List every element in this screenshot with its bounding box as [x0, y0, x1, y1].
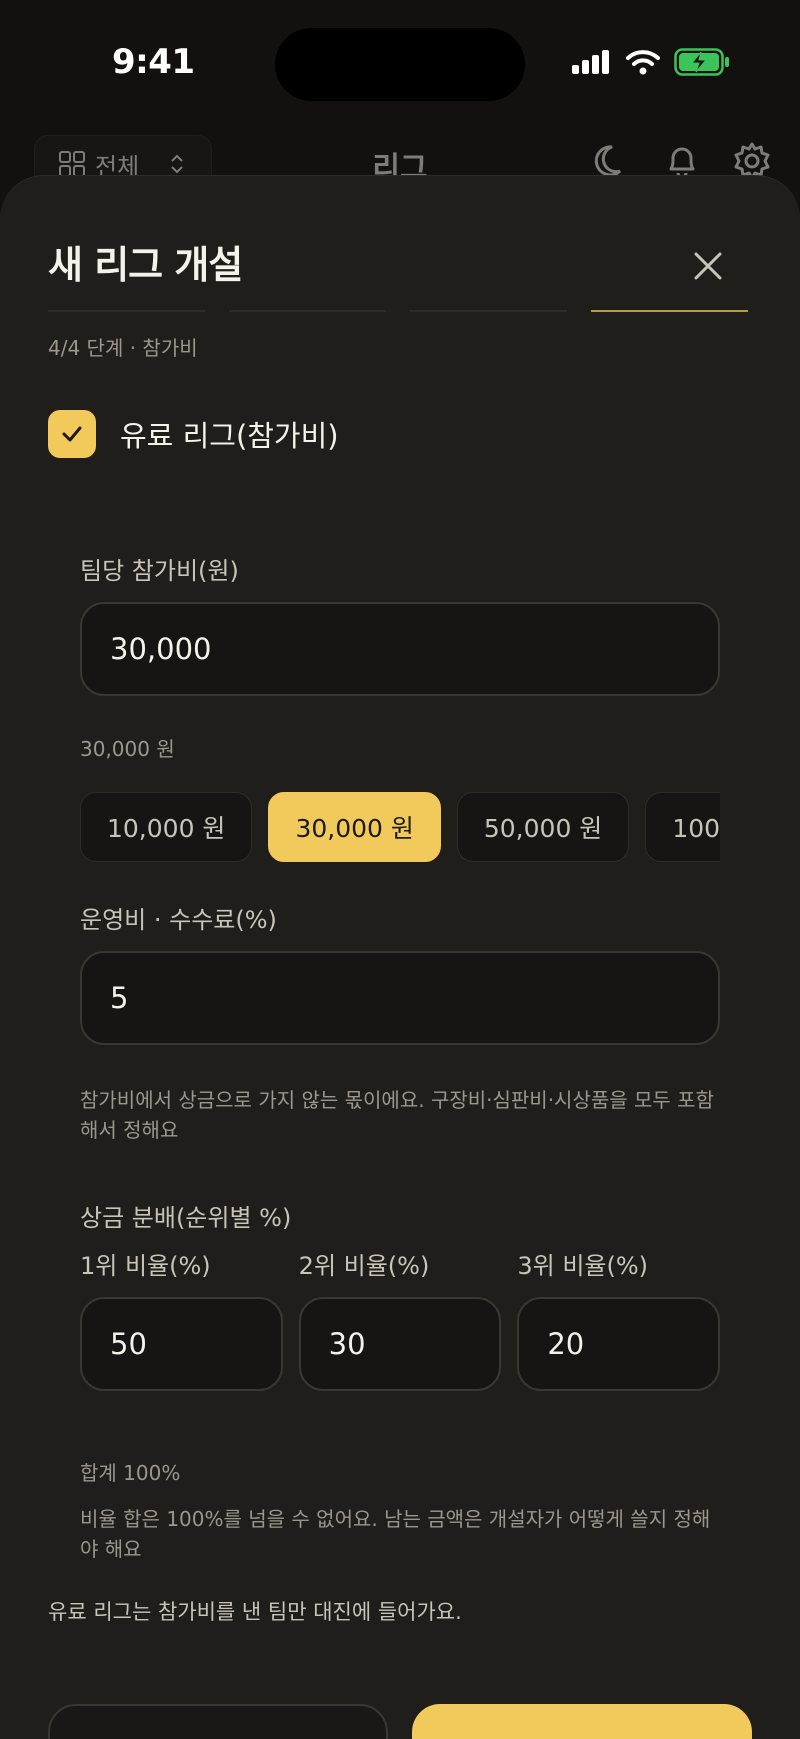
- step-progress: [48, 310, 748, 312]
- prize-ratio-row: 1위 비율(%) 50 2위 비율(%) 30 3위 비율(%) 20: [80, 1246, 721, 1391]
- fee-rate-section: 운영비 · 수수료(%) 5 참가비에서 상금으로 가지 않는 몫이에요. 구장…: [80, 900, 720, 1145]
- step-4-bar: [591, 310, 748, 312]
- step-3-bar: [410, 310, 567, 312]
- rank-1-label: 1위 비율(%): [80, 1252, 211, 1280]
- rank-2-field: 2위 비율(%) 30: [298, 1246, 502, 1391]
- status-icons: [572, 48, 730, 76]
- rank-3-label: 3위 비율(%): [517, 1252, 649, 1280]
- fee-rate-input[interactable]: 5: [80, 951, 720, 1045]
- close-button[interactable]: [688, 246, 728, 286]
- status-time: 9:41: [112, 42, 195, 82]
- preset-chip-30000[interactable]: 30,000 원: [268, 792, 441, 862]
- rank-1-input[interactable]: 50: [80, 1297, 283, 1391]
- rank-1-field: 1위 비율(%) 50: [80, 1246, 283, 1391]
- prize-label: 상금 분배(순위별 %): [80, 1204, 292, 1232]
- paid-league-checkbox-row[interactable]: 유료 리그(참가비): [48, 410, 339, 458]
- back-button[interactable]: [48, 1704, 388, 1739]
- check-icon: [62, 426, 82, 442]
- step-2-bar: [229, 310, 386, 312]
- paid-league-note: 유료 리그는 참가비를 낸 팀만 대진에 들어가요.: [48, 1600, 462, 1624]
- entry-fee-display: 30,000 원: [80, 737, 175, 761]
- prize-summary: 합계 100% 비율 합은 100%를 넘을 수 없어요. 남는 금액은 개설자…: [80, 1458, 720, 1564]
- paid-league-label: 유료 리그(참가비): [120, 419, 339, 453]
- prize-total: 합계 100%: [80, 1461, 181, 1485]
- paid-league-checkbox[interactable]: [48, 410, 96, 458]
- sheet-title: 새 리그 개설: [48, 243, 243, 287]
- rank-3-field: 3위 비율(%) 20: [517, 1246, 721, 1391]
- rank-2-label: 2위 비율(%): [298, 1252, 430, 1280]
- battery-charging-icon: [674, 48, 729, 76]
- entry-fee-section: 팀당 참가비(원) 30,000 30,000 원: [80, 551, 720, 764]
- step-caption: 4/4 단계 · 참가비: [48, 336, 198, 360]
- entry-fee-presets: 10,000 원 30,000 원 50,000 원 100,000 원: [80, 792, 720, 862]
- dynamic-island: [275, 28, 525, 101]
- entry-fee-label: 팀당 참가비(원): [80, 557, 239, 585]
- signal-icon: [572, 50, 609, 74]
- prize-hint: 비율 합은 100%를 넘을 수 없어요. 남는 금액은 개설자가 어떻게 쓸지…: [80, 1507, 711, 1561]
- new-league-sheet: 새 리그 개설 4/4 단계 · 참가비 유료 리그(참가비) 팀당 참가비(원…: [0, 175, 800, 1739]
- close-icon: [694, 252, 722, 280]
- fee-rate-label: 운영비 · 수수료(%): [80, 906, 277, 934]
- create-button[interactable]: [412, 1704, 752, 1739]
- prize-section-header: 상금 분배(순위별 %): [80, 1198, 720, 1233]
- preset-chip-10000[interactable]: 10,000 원: [80, 792, 253, 862]
- step-1-bar: [48, 310, 205, 312]
- rank-2-input[interactable]: 30: [298, 1297, 502, 1391]
- wifi-icon: [626, 50, 660, 75]
- preset-chip-50000[interactable]: 50,000 원: [456, 792, 630, 862]
- screen: 9:41 전체 리그 새 리그 개설 4/4 단계 · 참가비 유료 리그(참가…: [0, 0, 800, 1739]
- entry-fee-input[interactable]: 30,000: [80, 602, 720, 696]
- rank-3-input[interactable]: 20: [517, 1297, 721, 1391]
- fee-rate-hint: 참가비에서 상금으로 가지 않는 몫이에요. 구장비·심판비·시상품을 모두 포…: [80, 1088, 714, 1142]
- preset-chip-100000[interactable]: 100,000 원: [645, 792, 720, 862]
